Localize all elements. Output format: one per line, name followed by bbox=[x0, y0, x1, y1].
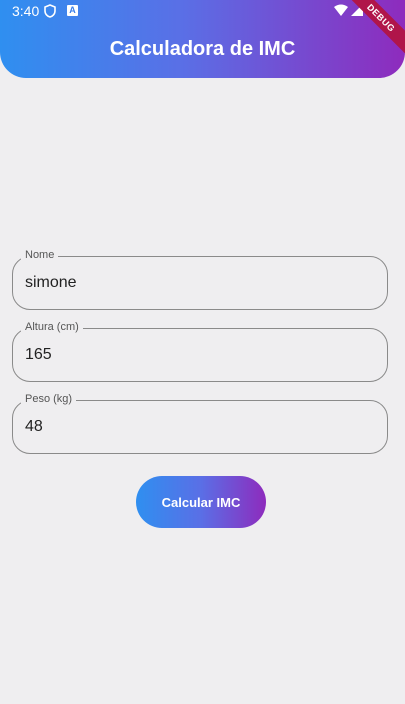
status-bar: 3:40 A bbox=[0, 0, 405, 24]
nome-label: Nome bbox=[21, 249, 59, 261]
calcular-imc-button[interactable]: Calcular IMC bbox=[136, 476, 266, 528]
altura-input-value[interactable]: 165 bbox=[25, 346, 52, 364]
notification-a-icon: A bbox=[67, 5, 78, 16]
peso-input-value[interactable]: 48 bbox=[25, 418, 43, 436]
app-bar: 3:40 A Calculadora de IMC DEBUG bbox=[0, 0, 405, 78]
altura-field[interactable]: Altura (cm) 165 bbox=[12, 321, 388, 382]
nome-field[interactable]: Nome simone bbox=[12, 249, 388, 310]
wifi-icon bbox=[334, 4, 348, 16]
shield-icon bbox=[44, 4, 56, 18]
altura-label: Altura (cm) bbox=[21, 321, 83, 333]
peso-field[interactable]: Peso (kg) 48 bbox=[12, 393, 388, 454]
nome-input-value[interactable]: simone bbox=[25, 274, 77, 292]
status-time: 3:40 bbox=[12, 3, 40, 19]
page-title: Calculadora de IMC bbox=[109, 38, 296, 60]
peso-label: Peso (kg) bbox=[21, 393, 77, 405]
